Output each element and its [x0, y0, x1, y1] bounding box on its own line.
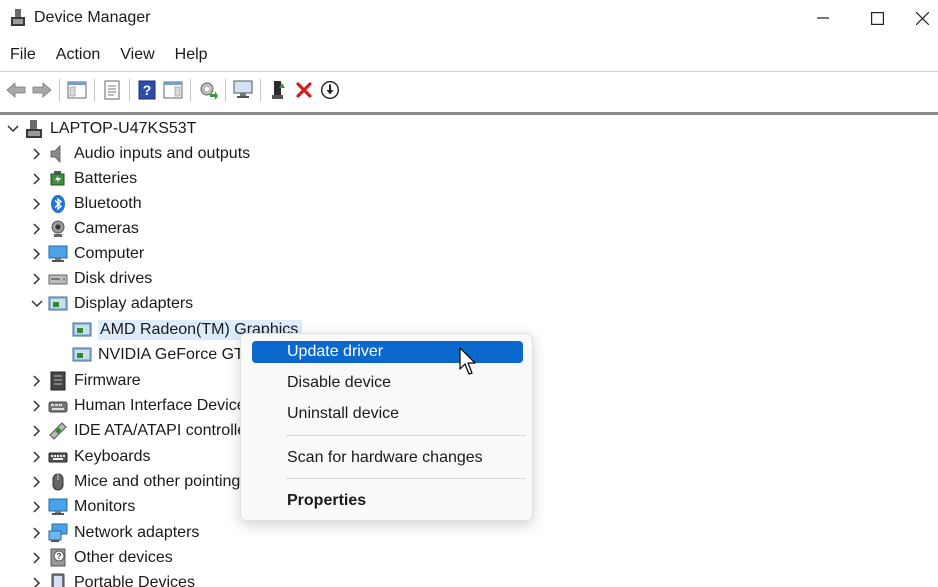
chevron-right-icon[interactable]	[30, 500, 44, 514]
toolbar-separator	[225, 79, 226, 101]
chevron-right-icon[interactable]	[30, 247, 44, 261]
properties-icon[interactable]	[99, 77, 125, 103]
tree-item-display-adapters[interactable]: Display adapters	[30, 291, 193, 316]
menu-help[interactable]: Help	[165, 40, 218, 70]
mouse-cursor-icon	[459, 347, 476, 375]
chevron-right-icon[interactable]	[30, 147, 44, 161]
tree-item-bluetooth[interactable]: Bluetooth	[30, 191, 142, 216]
toolbar-separator	[59, 79, 60, 101]
chevron-right-icon[interactable]	[30, 475, 44, 489]
chevron-right-icon[interactable]	[30, 526, 44, 540]
disable-device-icon[interactable]	[317, 77, 343, 103]
toolbar-separator	[94, 79, 95, 101]
network-adapter-icon	[48, 523, 68, 543]
tree-item-firmware[interactable]: Firmware	[30, 368, 141, 393]
battery-icon	[48, 169, 68, 189]
ide-controller-icon	[48, 421, 68, 441]
menu-bar: File Action View Help	[0, 40, 218, 70]
context-menu: Update driver Disable device Uninstall d…	[240, 333, 533, 521]
menu-action[interactable]: Action	[46, 40, 110, 70]
close-icon[interactable]	[906, 0, 938, 36]
nvidia-geforce-label: NVIDIA GeForce GTX	[98, 345, 255, 363]
toolbar-separator	[129, 79, 130, 101]
update-driver-icon[interactable]	[195, 77, 221, 103]
tree-item-other-devices[interactable]: ? Other devices	[30, 545, 173, 570]
firmware-icon	[48, 371, 68, 391]
svg-text:?: ?	[57, 552, 62, 561]
action-pane-icon[interactable]	[160, 77, 186, 103]
computer-root-icon	[24, 119, 44, 139]
ctx-separator	[286, 478, 526, 479]
chevron-down-icon[interactable]	[30, 297, 44, 311]
tree-item-hid[interactable]: Human Interface Devices	[30, 393, 254, 418]
tree-item-nvidia-geforce[interactable]: NVIDIA GeForce GTX	[72, 342, 254, 367]
ctx-uninstall-device[interactable]: Uninstall device	[252, 403, 523, 425]
ctx-properties[interactable]: Properties	[252, 490, 523, 512]
toolbar: ?	[0, 74, 938, 106]
tree-item-mice[interactable]: Mice and other pointing	[30, 469, 240, 494]
display-adapter-icon	[72, 345, 92, 365]
chevron-right-icon[interactable]	[30, 272, 44, 286]
chevron-right-icon[interactable]	[30, 172, 44, 186]
disk-drive-icon	[48, 269, 68, 289]
ctx-update-driver[interactable]: Update driver	[252, 341, 523, 363]
enable-device-icon[interactable]	[265, 77, 291, 103]
tree-item-monitors[interactable]: Monitors	[30, 494, 135, 519]
root-label: LAPTOP-U47KS53T	[50, 119, 197, 137]
forward-arrow-icon[interactable]	[29, 77, 55, 103]
ctx-scan-hardware[interactable]: Scan for hardware changes	[252, 447, 523, 469]
tree-item-audio[interactable]: Audio inputs and outputs	[30, 141, 250, 166]
tree-item-portable-devices[interactable]: Portable Devices	[30, 570, 195, 587]
monitor-icon	[48, 497, 68, 517]
ctx-separator	[286, 435, 526, 436]
chevron-right-icon[interactable]	[30, 222, 44, 236]
toolbar-separator	[190, 79, 191, 101]
mouse-icon	[48, 472, 68, 492]
chevron-down-icon[interactable]	[6, 122, 20, 136]
scan-hardware-icon[interactable]	[230, 77, 256, 103]
tree-item-cameras[interactable]: Cameras	[30, 216, 139, 241]
ctx-disable-device[interactable]: Disable device	[252, 372, 523, 394]
keyboard-icon	[48, 447, 68, 467]
chevron-right-icon[interactable]	[30, 424, 44, 438]
chevron-right-icon[interactable]	[30, 551, 44, 565]
minimize-icon[interactable]	[798, 0, 848, 36]
chevron-right-icon[interactable]	[30, 374, 44, 388]
window-title: Device Manager	[34, 9, 151, 26]
tree-item-computer[interactable]: Computer	[30, 241, 144, 266]
uninstall-device-icon[interactable]	[291, 77, 317, 103]
portable-device-icon	[48, 573, 68, 587]
title-bar: Device Manager	[0, 0, 938, 38]
tree-item-ide[interactable]: IDE ATA/ATAPI controllers	[30, 418, 260, 443]
svg-text:?: ?	[143, 82, 152, 98]
maximize-icon[interactable]	[852, 0, 902, 36]
show-hide-console-tree-icon[interactable]	[64, 77, 90, 103]
toolbar-divider	[0, 71, 938, 72]
chevron-right-icon[interactable]	[30, 399, 44, 413]
hid-icon	[48, 396, 68, 416]
toolbar-separator	[260, 79, 261, 101]
tree-item-disk-drives[interactable]: Disk drives	[30, 266, 152, 291]
pane-top-border	[0, 112, 938, 115]
back-arrow-icon[interactable]	[3, 77, 29, 103]
chevron-right-icon[interactable]	[30, 450, 44, 464]
other-devices-icon: ?	[48, 548, 68, 568]
device-manager-icon	[10, 9, 26, 27]
menu-file[interactable]: File	[0, 40, 46, 70]
tree-item-keyboards[interactable]: Keyboards	[30, 444, 151, 469]
menu-view[interactable]: View	[110, 40, 164, 70]
display-adapter-icon	[72, 320, 92, 340]
tree-item-network-adapters[interactable]: Network adapters	[30, 520, 199, 545]
tree-root[interactable]: LAPTOP-U47KS53T	[6, 116, 196, 141]
chevron-right-icon[interactable]	[30, 197, 44, 211]
display-adapter-icon	[48, 294, 68, 314]
speaker-icon	[48, 144, 68, 164]
tree-item-batteries[interactable]: Batteries	[30, 166, 137, 191]
bluetooth-icon	[48, 194, 68, 214]
computer-icon	[48, 244, 68, 264]
help-icon[interactable]: ?	[134, 77, 160, 103]
chevron-right-icon[interactable]	[30, 576, 44, 587]
camera-icon	[48, 219, 68, 239]
